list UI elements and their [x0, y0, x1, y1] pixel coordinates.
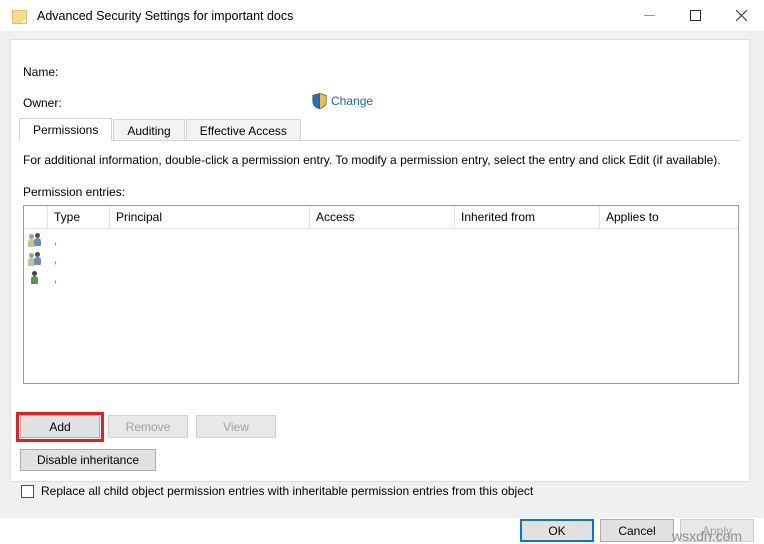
replace-child-permissions-checkbox[interactable]	[21, 485, 34, 498]
table-header: Type Principal Access Inherited from App…	[24, 206, 738, 229]
change-owner-control[interactable]: Change	[312, 92, 373, 110]
window-title: Advanced Security Settings for important…	[37, 9, 293, 23]
replace-child-permissions-row[interactable]: Replace all child object permission entr…	[21, 484, 533, 498]
change-link[interactable]: Change	[331, 94, 373, 108]
tab-permissions[interactable]: Permissions	[19, 118, 112, 141]
tab-auditing-label: Auditing	[127, 124, 170, 138]
tab-effective-access-label: Effective Access	[200, 124, 287, 138]
table-cell-type: ,	[48, 254, 110, 266]
owner-label: Owner:	[23, 96, 62, 110]
permission-entries-label: Permission entries:	[23, 185, 125, 199]
add-button[interactable]: Add	[20, 415, 100, 438]
window-controls	[626, 0, 764, 31]
table-row[interactable]: ,	[24, 231, 738, 250]
add-button-label: Add	[49, 420, 70, 434]
remove-button-label: Remove	[126, 420, 171, 434]
disable-inheritance-button[interactable]: Disable inheritance	[20, 449, 156, 471]
column-header-access[interactable]: Access	[310, 206, 455, 228]
tab-auditing[interactable]: Auditing	[113, 119, 184, 141]
apply-button[interactable]: Apply	[680, 519, 754, 542]
remove-button[interactable]: Remove	[108, 415, 188, 438]
view-button[interactable]: View	[196, 415, 276, 438]
disable-inheritance-label: Disable inheritance	[37, 453, 139, 467]
maximize-icon[interactable]	[672, 0, 718, 31]
cancel-button-label: Cancel	[618, 524, 655, 538]
tab-underline	[19, 140, 741, 141]
tab-effective-access[interactable]: Effective Access	[186, 119, 301, 141]
tab-strip: Permissions Auditing Effective Access	[19, 118, 741, 141]
info-text: For additional information, double-click…	[23, 152, 739, 168]
close-icon[interactable]	[718, 0, 764, 31]
tab-permissions-label: Permissions	[33, 123, 98, 137]
dialog-body: Name: Owner: Change Permissions Auditing	[0, 31, 764, 518]
table-cell-type: ,	[48, 273, 110, 285]
column-header-applies-to[interactable]: Applies to	[600, 206, 738, 228]
group-icon	[24, 233, 48, 248]
folder-icon	[11, 8, 27, 24]
ok-button[interactable]: OK	[520, 519, 594, 542]
permission-entries-list[interactable]: Type Principal Access Inherited from App…	[23, 205, 739, 384]
replace-child-permissions-label: Replace all child object permission entr…	[41, 484, 533, 498]
view-button-label: View	[223, 420, 249, 434]
column-header-spacer	[24, 206, 48, 228]
group-icon	[24, 252, 48, 267]
title-bar: Advanced Security Settings for important…	[0, 0, 764, 31]
name-label: Name:	[23, 65, 58, 79]
ok-button-label: OK	[548, 524, 565, 538]
user-icon	[24, 271, 48, 286]
table-row[interactable]: ,	[24, 250, 738, 269]
table-row[interactable]: ,	[24, 269, 738, 288]
table-cell-type: ,	[48, 235, 110, 247]
minimize-icon[interactable]	[626, 0, 672, 31]
column-header-type[interactable]: Type	[48, 206, 110, 228]
apply-button-label: Apply	[702, 524, 732, 538]
column-header-principal[interactable]: Principal	[110, 206, 310, 228]
column-header-inherited-from[interactable]: Inherited from	[455, 206, 600, 228]
uac-shield-icon	[312, 93, 327, 109]
cancel-button[interactable]: Cancel	[600, 519, 674, 542]
